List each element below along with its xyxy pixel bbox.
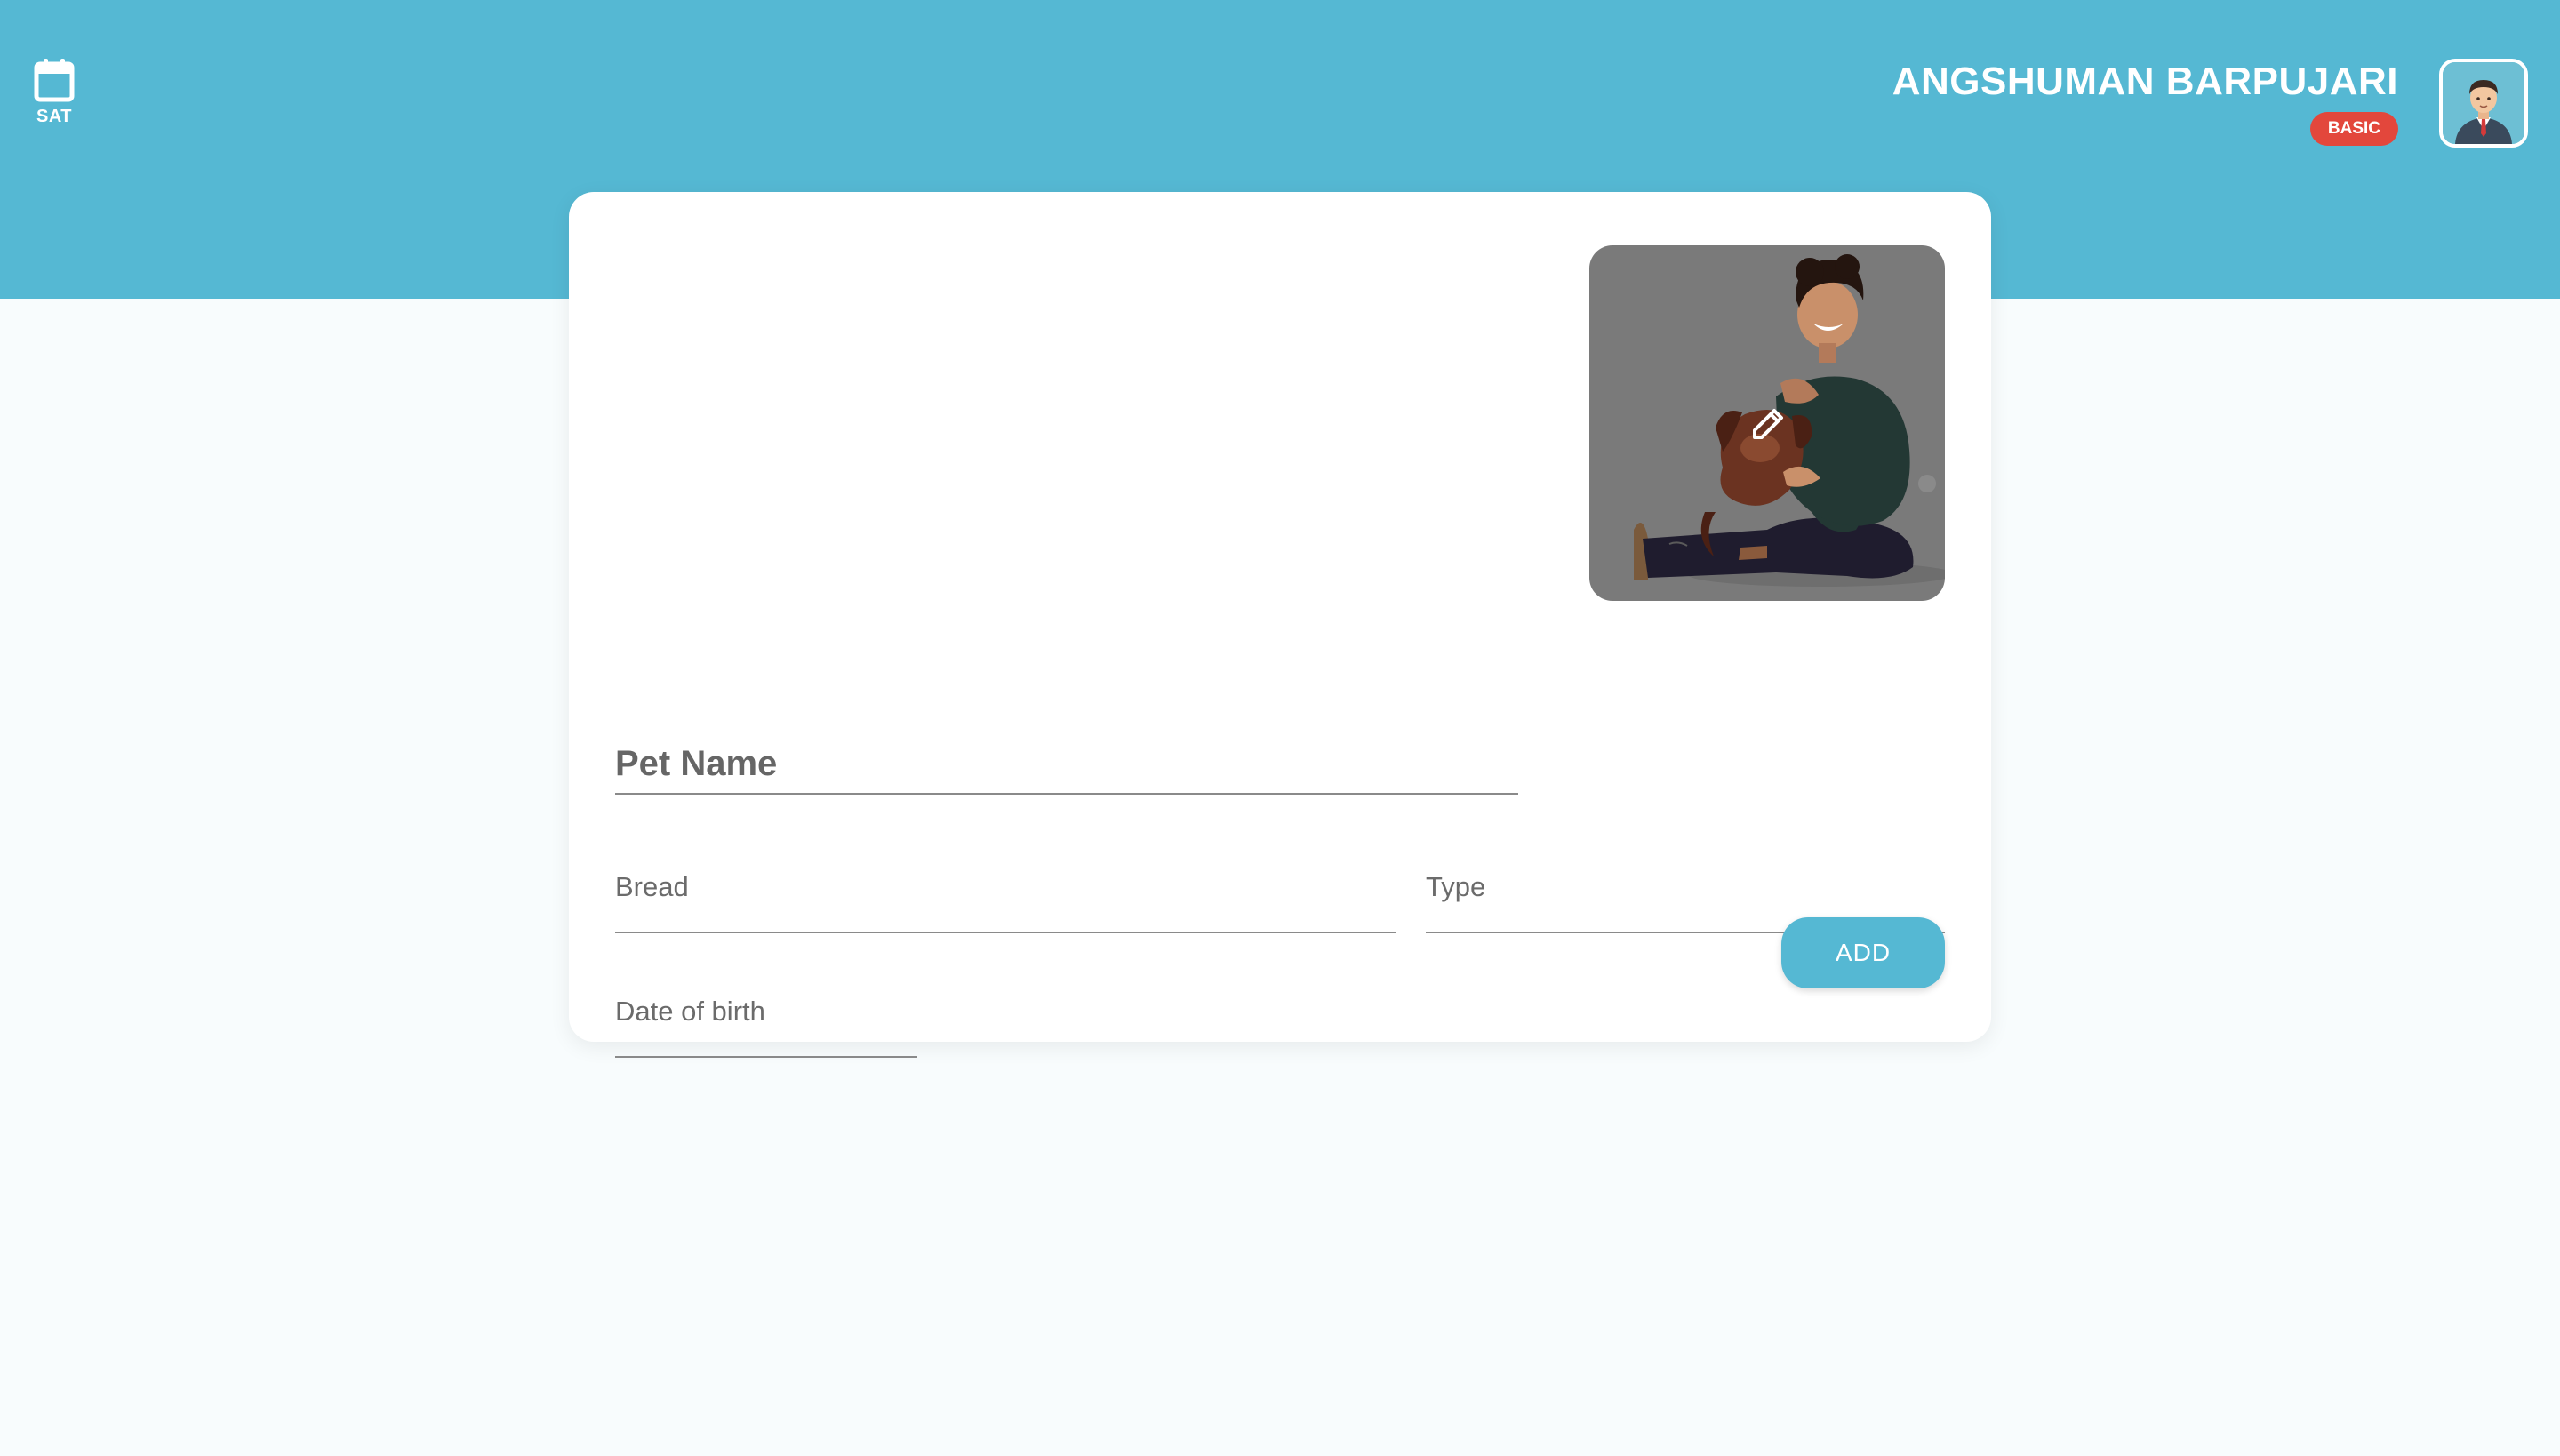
calendar-icon — [34, 59, 75, 102]
user-name: ANGSHUMAN BARPUJARI — [1892, 60, 2398, 103]
pet-name-label: Pet Name — [615, 744, 778, 783]
date-of-birth-field[interactable]: Date of birth — [615, 983, 917, 1058]
breed-field[interactable]: Bread — [615, 859, 1396, 933]
avatar[interactable] — [2439, 59, 2528, 148]
user-info: ANGSHUMAN BARPUJARI BASIC — [1892, 59, 2398, 146]
pet-name-field[interactable]: Pet Name — [615, 732, 1518, 795]
add-button[interactable]: ADD — [1781, 917, 1945, 988]
user-avatar-icon — [2443, 62, 2524, 144]
day-label: SAT — [36, 107, 72, 126]
breed-label: Bread — [615, 871, 689, 902]
pencil-icon[interactable] — [1748, 404, 1788, 444]
pet-photo[interactable] — [1589, 245, 1945, 601]
add-pet-card: Pet Name Bread Type Date of birth ADD — [569, 192, 1991, 1058]
date-of-birth-label: Date of birth — [615, 996, 765, 1027]
plan-badge: BASIC — [2309, 112, 2398, 146]
date-widget[interactable]: SAT — [32, 59, 76, 127]
type-label: Type — [1426, 871, 1486, 902]
